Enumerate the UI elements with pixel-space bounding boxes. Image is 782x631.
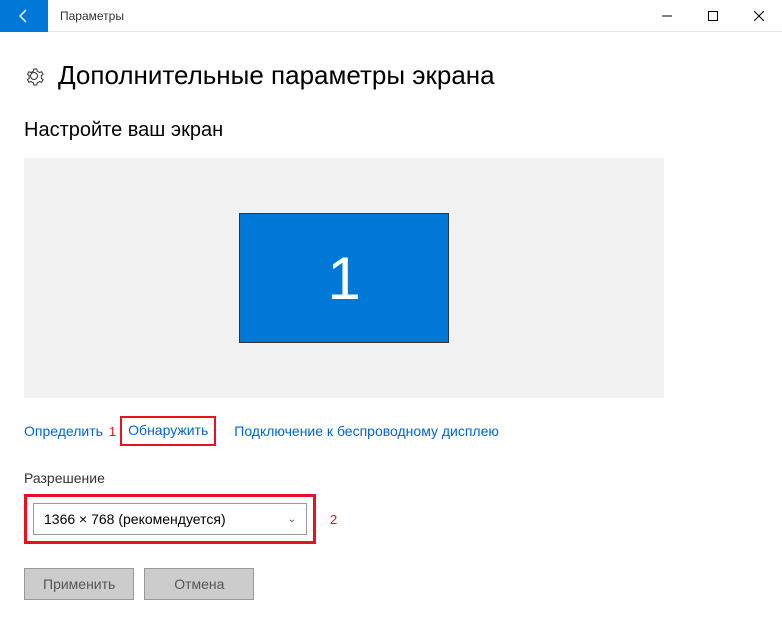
minimize-button[interactable] [644, 0, 690, 32]
window-controls [644, 0, 782, 32]
section-title: Настройте ваш экран [24, 119, 758, 142]
close-icon [754, 11, 764, 21]
close-button[interactable] [736, 0, 782, 32]
cancel-button[interactable]: Отмена [144, 568, 254, 600]
resolution-dropdown-row: 1366 × 768 (рекомендуется) ⌄ 2 [24, 494, 758, 544]
wireless-display-link[interactable]: Подключение к беспроводному дисплею [234, 423, 499, 439]
back-button[interactable] [0, 0, 48, 32]
display-links-row: Определить 1 Обнаружить Подключение к бе… [24, 416, 758, 446]
minimize-icon [662, 11, 672, 21]
maximize-icon [708, 11, 718, 21]
gear-icon [24, 66, 44, 86]
highlight-box-detect: Обнаружить [120, 416, 216, 446]
resolution-label: Разрешение [24, 470, 758, 486]
detect-link[interactable]: Обнаружить [128, 422, 208, 438]
chevron-down-icon: ⌄ [288, 514, 296, 525]
action-buttons: Применить Отмена [24, 568, 758, 600]
titlebar: Параметры [0, 0, 782, 32]
highlight-box-resolution: 1366 × 768 (рекомендуется) ⌄ [24, 494, 316, 544]
monitor-1[interactable]: 1 [239, 213, 449, 343]
annotation-1: 1 [109, 424, 116, 439]
monitor-preview-area: 1 [24, 158, 664, 398]
identify-link[interactable]: Определить [24, 423, 103, 439]
content-area: Дополнительные параметры экрана Настройт… [0, 32, 782, 616]
monitor-number: 1 [327, 244, 360, 313]
window-title: Параметры [48, 9, 644, 23]
resolution-value: 1366 × 768 (рекомендуется) [44, 511, 226, 527]
apply-button[interactable]: Применить [24, 568, 134, 600]
page-header: Дополнительные параметры экрана [24, 60, 758, 91]
page-title: Дополнительные параметры экрана [58, 60, 495, 91]
annotation-2: 2 [330, 512, 337, 527]
maximize-button[interactable] [690, 0, 736, 32]
resolution-dropdown[interactable]: 1366 × 768 (рекомендуется) ⌄ [33, 503, 307, 535]
arrow-left-icon [16, 8, 32, 24]
